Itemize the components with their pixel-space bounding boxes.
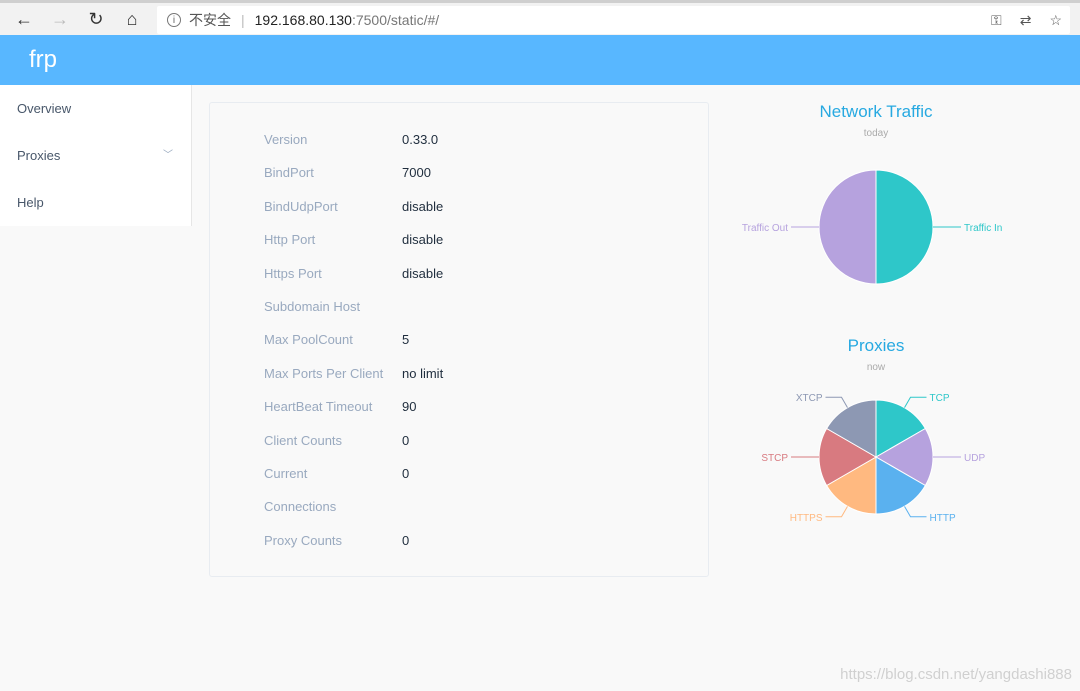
info-label: Current [264, 466, 308, 481]
label-line [825, 396, 848, 408]
back-icon[interactable]: ← [6, 9, 42, 30]
star-icon[interactable]: ☆ [1049, 12, 1062, 29]
info-label: Client Counts [264, 432, 343, 448]
proxies-pie-chart: TCP UDP HTTP HTTPS STCP XTCP [761, 393, 985, 524]
divider: | [241, 12, 245, 28]
chart-title: Network Traffic [819, 102, 933, 121]
proxies-chart-heading: Proxies now [726, 336, 1026, 373]
insecure-label: 不安全 [189, 12, 231, 28]
home-icon[interactable]: ⌂ [114, 9, 150, 30]
label-line [904, 396, 927, 408]
info-label: Subdomain Host [264, 299, 361, 314]
slice-label: HTTP [930, 513, 956, 524]
info-value: 5 [402, 332, 410, 348]
address-bar[interactable]: i 不安全 | 192.168.80.130:7500/static/#/ ⚿ ⇄… [157, 6, 1070, 34]
slice-label: Traffic In [964, 223, 1002, 234]
slice-label: HTTPS [790, 513, 823, 524]
info-row: Max PoolCount 5 [264, 332, 409, 347]
info-row: BindPort 7000 [264, 165, 431, 180]
info-value: 0 [402, 432, 410, 448]
sidebar-item-label: Proxies [17, 148, 61, 163]
info-value: 0.33.0 [402, 132, 439, 147]
reload-icon[interactable]: ↻ [78, 9, 114, 30]
info-label: BindUdpPort [264, 198, 338, 214]
slice-label: TCP [930, 393, 950, 404]
url-path: :7500/static/#/ [351, 12, 440, 28]
info-row: Connections [264, 499, 402, 514]
translate-icon[interactable]: ⇄ [1020, 12, 1032, 29]
sidebar-item-proxies[interactable]: Proxies ﹀ [0, 132, 191, 179]
info-row: BindUdpPort disable [264, 199, 443, 214]
info-row: Proxy Counts 0 [264, 533, 409, 548]
app-title[interactable]: frp [29, 46, 57, 73]
info-value: 0 [402, 532, 410, 548]
info-label: Connections [264, 499, 337, 515]
info-label: Proxy Counts [264, 532, 343, 548]
chart-subtitle: today [863, 128, 889, 139]
info-label: Version [264, 132, 308, 147]
pie-slice[interactable] [875, 169, 934, 285]
url-host: 192.168.80.130 [254, 12, 352, 28]
info-row: Version 0.33.0 [264, 132, 438, 147]
slice-label: STCP [761, 453, 788, 464]
server-info-card: Version 0.33.0 BindPort 7000 BindUdpPort disa… [209, 102, 709, 577]
info-value: 0 [402, 466, 410, 481]
pie-slice[interactable] [818, 169, 877, 285]
slice-label: UDP [964, 453, 985, 464]
info-row: Http Port disable [264, 232, 443, 247]
sidebar: Overview Proxies ﹀ Help [0, 85, 192, 226]
info-label: Http Port [264, 232, 316, 248]
info-row: Client Counts 0 [264, 433, 409, 448]
info-label: Https Port [264, 265, 322, 281]
info-value: disable [402, 198, 444, 214]
forward-icon[interactable]: → [42, 9, 78, 30]
info-value: disable [402, 232, 444, 248]
info-row: Subdomain Host [264, 299, 402, 314]
info-value: 90 [402, 399, 417, 415]
sidebar-item-help[interactable]: Help [0, 179, 191, 226]
info-label: Max Ports Per Client [264, 365, 384, 381]
info-label: BindPort [264, 165, 314, 181]
chevron-down-icon: ﹀ [163, 150, 173, 161]
info-row: Max Ports Per Client no limit [264, 366, 443, 381]
label-line [904, 506, 927, 518]
info-row: Https Port disable [264, 266, 443, 281]
info-icon[interactable]: i [167, 13, 181, 27]
info-row: Current 0 [264, 466, 409, 481]
traffic-chart-heading: Network Traffic today [726, 102, 1026, 139]
slice-label: Traffic Out [742, 223, 788, 234]
info-label: Max PoolCount [264, 332, 353, 348]
label-line [825, 506, 848, 518]
info-value: 7000 [402, 165, 431, 181]
watermark: https://blog.csdn.net/yangdashi888 [840, 666, 1072, 683]
info-label: HeartBeat Timeout [264, 399, 373, 415]
chart-title: Proxies [847, 336, 905, 355]
info-value: no limit [402, 365, 444, 381]
traffic-pie-chart: Traffic In Traffic Out [742, 169, 1002, 285]
key-icon[interactable]: ⚿ [991, 12, 1002, 29]
info-row: HeartBeat Timeout 90 [264, 399, 416, 414]
info-value: disable [402, 265, 444, 281]
chart-subtitle: now [866, 362, 886, 373]
slice-label: XTCP [796, 393, 823, 404]
browser-toolbar: ← → ↻ ⌂ i 不安全 | 192.168.80.130:7500/stat… [0, 0, 1080, 35]
app-header: frp [0, 35, 1080, 85]
sidebar-item-overview[interactable]: Overview [0, 85, 191, 132]
